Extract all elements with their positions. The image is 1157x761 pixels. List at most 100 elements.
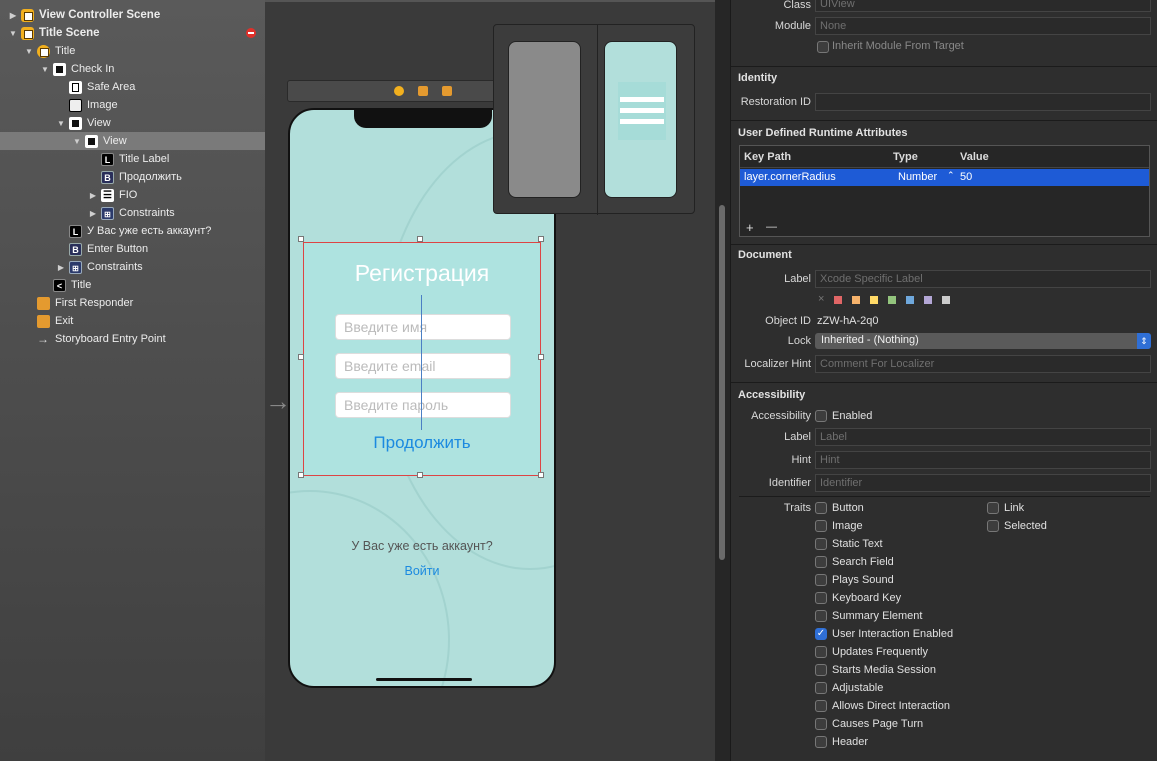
clear-color-icon[interactable]: × [818,293,824,305]
document-header: Document [738,249,792,261]
color-swatch[interactable] [870,296,878,304]
col-value[interactable]: Value [960,151,989,163]
continue-button-icon: B [101,170,114,184]
inherit-checkbox[interactable] [817,41,829,53]
trait-label: Causes Page Turn [832,718,924,730]
outline-row-constraints[interactable]: ▶ ⊞ Constraints [0,258,265,276]
a11y-hint-field[interactable]: Hint [815,451,1151,469]
trait-checkbox[interactable] [815,718,827,730]
outline-row-fio[interactable]: ▶ ☰ FIO [0,186,265,204]
storyboard-canvas[interactable]: → Регистрация Введите имя Введите email … [265,0,715,761]
trait-checkbox[interactable] [815,502,827,514]
constraints-inner-icon: ⊞ [101,206,114,220]
disclosure-open-icon[interactable]: ▼ [56,119,66,128]
outline-row-label: Enter Button [87,243,149,255]
color-swatch[interactable] [924,296,932,304]
outline-row-label: View [87,117,111,129]
outline-row-constraints-inner[interactable]: ▶ ⊞ Constraints [0,204,265,222]
outline-row-label: Exit [55,315,74,327]
color-swatch[interactable] [888,296,896,304]
login-button[interactable]: Войти [290,564,554,578]
view-controller-icon[interactable] [394,86,404,96]
trait-label: Link [1004,502,1025,514]
trait-checkbox[interactable] [815,646,827,658]
trait-checkbox[interactable] [987,502,999,514]
outline-row-title-label[interactable]: L Title Label [0,150,265,168]
row-value[interactable]: 50 [960,171,972,183]
error-badge-icon[interactable] [246,28,256,38]
disclosure-closed-icon[interactable]: ▶ [88,191,98,200]
type-stepper-icon[interactable]: ⌃ [947,170,955,181]
class-field[interactable]: UIView [815,0,1151,12]
inner-view-icon [85,134,98,148]
trait-checkbox[interactable] [815,574,827,586]
doc-label-field[interactable]: Xcode Specific Label [815,270,1151,288]
trait-checkbox[interactable] [815,538,827,550]
selection-handles [298,236,544,478]
outline-row-label: Safe Area [87,81,136,93]
outline-row-first-responder[interactable]: First Responder [0,294,265,312]
disclosure-open-icon[interactable]: ▼ [72,137,82,146]
color-swatch[interactable] [942,296,950,304]
exit-icon[interactable] [442,86,452,96]
outline-row-exit[interactable]: Exit [0,312,265,330]
localizer-hint-label: Localizer Hint [744,358,811,370]
outline-row-title-nav[interactable]: < Title [0,276,265,294]
trait-label: Allows Direct Interaction [832,700,950,712]
module-field[interactable]: None [815,17,1151,35]
row-type[interactable]: Number [898,171,937,183]
col-key-path[interactable]: Key Path [744,151,791,163]
trait-checkbox[interactable] [815,610,827,622]
accessibility-enabled-checkbox[interactable] [815,410,827,422]
color-swatch[interactable] [852,296,860,304]
outline-row-check-in[interactable]: ▼ Check In [0,60,265,78]
trait-checkbox[interactable] [987,520,999,532]
outline-row-image[interactable]: Image [0,96,265,114]
remove-attribute-button[interactable]: — [766,221,777,233]
outline-row-view-controller-scene[interactable]: ▶ View Controller Scene [0,6,265,24]
outline-row-title-controller[interactable]: ▼ Title [0,42,265,60]
localizer-hint-field[interactable]: Comment For Localizer [815,355,1151,373]
col-type[interactable]: Type [893,151,918,163]
restoration-id-field[interactable] [815,93,1151,111]
trait-label: Static Text [832,538,883,550]
outline-row-title-scene[interactable]: ▼ Title Scene [0,24,265,42]
disclosure-closed-icon[interactable]: ▶ [8,11,18,20]
trait-checkbox[interactable] [815,682,827,694]
trait-label: Summary Element [832,610,923,622]
outline-row-view[interactable]: ▼ View [0,114,265,132]
color-swatch[interactable] [906,296,914,304]
a11y-label-field[interactable]: Label [815,428,1151,446]
object-id-value: zZW-hA-2q0 [817,315,879,327]
first-responder-icon[interactable] [418,86,428,96]
trait-checkbox[interactable] [815,700,827,712]
trait-checkbox[interactable] [815,556,827,568]
outline-row-enter-button[interactable]: B Enter Button [0,240,265,258]
add-attribute-button[interactable]: + [746,220,754,235]
outline-row-account-label[interactable]: L У Вас уже есть аккаунт? [0,222,265,240]
disclosure-closed-icon[interactable]: ▶ [56,263,66,272]
trait-label: Updates Frequently [832,646,928,658]
class-label: Class [783,0,811,11]
outline-row-continue-button[interactable]: B Продолжить [0,168,265,186]
disclosure-closed-icon[interactable]: ▶ [88,209,98,218]
canvas-scrollbar[interactable] [715,0,730,761]
row-key[interactable]: layer.cornerRadius [744,171,836,183]
outline-row-inner-view[interactable]: ▼ View [0,132,265,150]
lock-popup[interactable]: Inherited - (Nothing) ⇕ [815,333,1151,349]
trait-checkbox[interactable] [815,736,827,748]
a11y-label-label: Label [784,431,811,443]
trait-checkbox[interactable] [815,664,827,676]
disclosure-open-icon[interactable]: ▼ [8,29,18,38]
trait-checkbox[interactable] [815,592,827,604]
disclosure-open-icon[interactable]: ▼ [24,47,34,56]
outline-row-safe-area[interactable]: Safe Area [0,78,265,96]
color-swatch[interactable] [834,296,842,304]
trait-checkbox[interactable] [815,520,827,532]
a11y-identifier-field[interactable]: Identifier [815,474,1151,492]
trait-checkbox[interactable]: ✓ [815,628,827,640]
outline-row-label: Title [55,45,76,57]
outline-row-entry-point[interactable]: → Storyboard Entry Point [0,330,265,348]
scrollbar-thumb[interactable] [719,205,725,560]
disclosure-open-icon[interactable]: ▼ [40,65,50,74]
